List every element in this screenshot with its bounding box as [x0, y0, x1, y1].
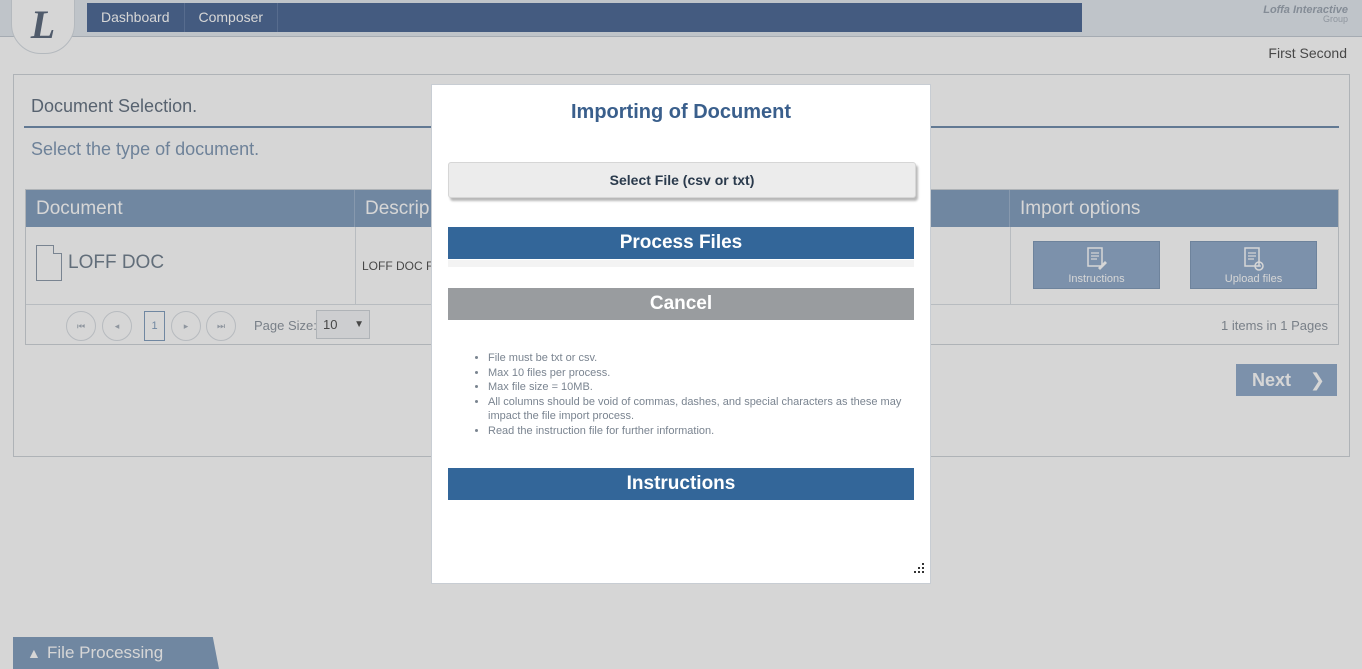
modal-title: Importing of Document: [571, 101, 791, 123]
process-files-button[interactable]: Process Files: [448, 227, 914, 259]
list-item: Max 10 files per process.: [488, 366, 908, 381]
import-document-modal: Importing of Document Select File (csv o…: [431, 84, 931, 584]
list-item: File must be txt or csv.: [488, 351, 908, 366]
button-shadow: [448, 260, 914, 267]
list-item: Max file size = 10MB.: [488, 380, 908, 395]
list-item: Read the instruction file for further in…: [488, 424, 908, 439]
resize-handle-icon[interactable]: [912, 561, 924, 573]
import-notes-list: File must be txt or csv. Max 10 files pe…: [488, 351, 908, 438]
select-file-button[interactable]: Select File (csv or txt): [448, 162, 916, 198]
modal-instructions-button[interactable]: Instructions: [448, 468, 914, 500]
list-item: All columns should be void of commas, da…: [488, 395, 908, 424]
cancel-button[interactable]: Cancel: [448, 288, 914, 320]
